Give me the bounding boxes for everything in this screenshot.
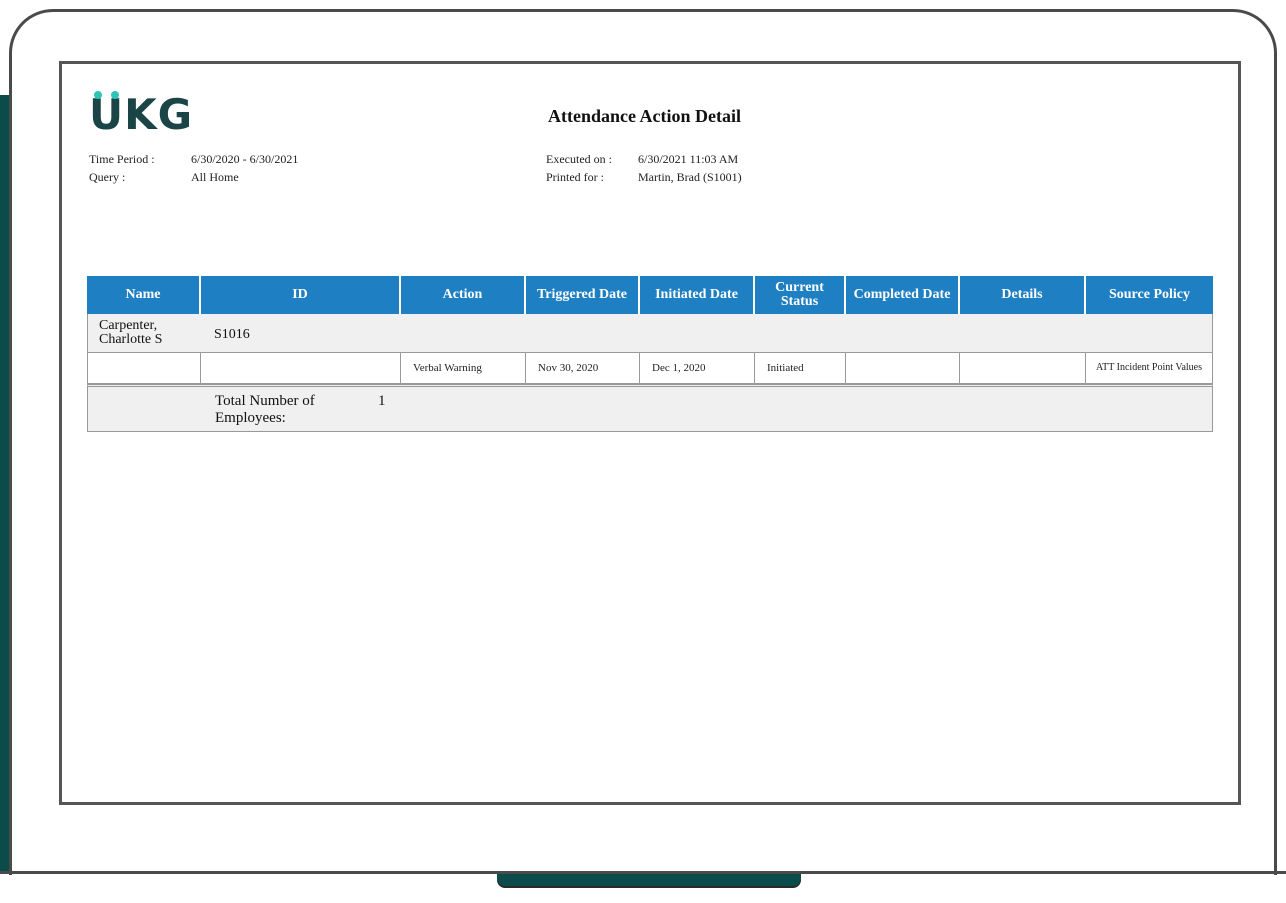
total-label: Total Number of Employees: xyxy=(215,393,315,426)
current-status-cell: Initiated xyxy=(755,353,846,383)
col-action[interactable]: Action xyxy=(401,276,526,314)
employee-row[interactable]: Carpenter, Charlotte S S1016 xyxy=(87,314,1213,352)
triggered-date-cell: Nov 30, 2020 xyxy=(526,353,640,383)
completed-date-cell xyxy=(846,353,960,383)
report-screen: UKG Attendance Action Detail Time Period… xyxy=(59,61,1241,805)
col-completed-date[interactable]: Completed Date xyxy=(846,276,960,314)
table-header: Name ID Action Triggered Date Initiated … xyxy=(87,276,1213,314)
printed-label: Printed for : xyxy=(546,170,604,184)
time-period-label: Time Period : xyxy=(89,152,155,166)
total-value: 1 xyxy=(378,393,386,409)
employee-name: Carpenter, Charlotte S xyxy=(99,318,163,347)
logo-dots-icon xyxy=(92,91,122,101)
ukg-logo: UKG xyxy=(89,91,193,136)
employee-id: S1016 xyxy=(214,327,250,342)
laptop-stand xyxy=(497,874,801,886)
action-row[interactable]: Verbal Warning Nov 30, 2020 Dec 1, 2020 … xyxy=(87,352,1213,384)
query-label: Query : xyxy=(89,170,126,184)
col-id[interactable]: ID xyxy=(201,276,401,314)
query-value: All Home xyxy=(191,170,239,184)
action-row-id xyxy=(201,353,401,383)
action-cell: Verbal Warning xyxy=(401,353,526,383)
time-period-value: 6/30/2020 - 6/30/2021 xyxy=(191,152,299,166)
attendance-table: Name ID Action Triggered Date Initiated … xyxy=(87,276,1213,432)
source-policy-cell: ATT Incident Point Values xyxy=(1096,362,1203,373)
executed-label: Executed on : xyxy=(546,152,612,166)
printed-value: Martin, Brad (S1001) xyxy=(638,170,742,184)
action-row-name xyxy=(88,353,201,383)
col-details[interactable]: Details xyxy=(960,276,1086,314)
col-source-policy[interactable]: Source Policy xyxy=(1086,276,1213,314)
details-cell xyxy=(960,353,1086,383)
col-initiated-date[interactable]: Initiated Date xyxy=(640,276,755,314)
col-triggered-date[interactable]: Triggered Date xyxy=(526,276,640,314)
col-current-status[interactable]: Current Status xyxy=(755,276,846,314)
executed-value: 6/30/2021 11:03 AM xyxy=(638,152,739,166)
initiated-date-cell: Dec 1, 2020 xyxy=(640,353,755,383)
report-title: Attendance Action Detail xyxy=(548,106,741,126)
total-row: Total Number of Employees: 1 xyxy=(87,384,1213,432)
col-name[interactable]: Name xyxy=(87,276,201,314)
